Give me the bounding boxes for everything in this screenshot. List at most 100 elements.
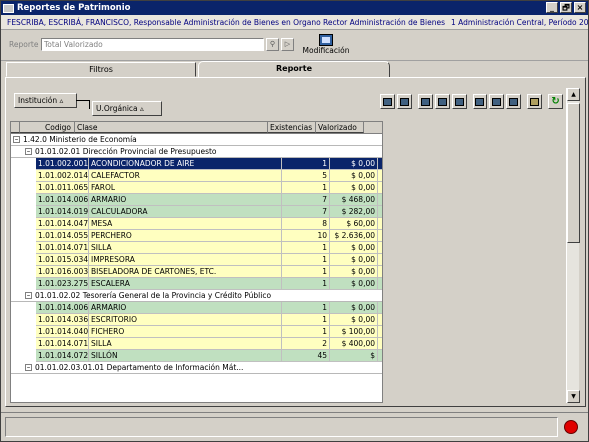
cell-code: 1.01.011.065 <box>38 182 89 193</box>
maximize-button[interactable]: 🗗 <box>560 2 572 13</box>
cell-val: $ 0,00 <box>330 158 378 169</box>
vertical-scrollbar[interactable]: ▲ ▼ <box>566 88 580 403</box>
report-label: Reporte <box>9 40 39 49</box>
modify-icon <box>319 34 333 46</box>
tree-node-group2[interactable]: – 01.01.02.02 Tesorería General de la Pr… <box>11 290 382 302</box>
cell-cls: SILLÓN <box>89 350 282 361</box>
table-row[interactable]: 1.01.002.001 ACONDICIONADOR DE AIRE 1 $ 0,0… <box>36 158 382 170</box>
table-row[interactable]: 1.01.023.275 ESCALERA 1 $ 0,00 <box>36 278 382 290</box>
cell-cls: ARMARIO <box>89 302 282 313</box>
table-row[interactable]: 1.01.014.072SILLÓN45$ 22.500,00 <box>36 350 382 371</box>
table-row[interactable]: 1.01.015.034 IMPRESORA 1 $ 0,00 <box>36 254 382 266</box>
cell-ex: 7 <box>282 194 330 205</box>
table-row[interactable]: 1.01.014.055 PERCHERO 10 $ 2.636,00 <box>36 230 382 242</box>
info-bar: FESCRIBA, ESCRIBÁ, FRANCISCO, Responsabl… <box>1 15 589 30</box>
refresh-icon[interactable]: ↻ <box>548 94 564 109</box>
grouping-area: Institución ▵ U.Orgánica ▵ <box>14 93 384 119</box>
tree-node-top[interactable]: – 1.42.0 Ministerio de Economía <box>11 134 382 146</box>
cell-code: 1.01.002.001 <box>38 158 89 169</box>
cell-cls: FAROL <box>89 182 282 193</box>
cell-val: $ 22.500,00 <box>330 350 378 371</box>
cell-ex: 1 <box>282 302 330 313</box>
tree-node-group1[interactable]: – 01.01.02.01 Dirección Provincial de Pr… <box>11 146 382 158</box>
cell-ex: 1 <box>282 242 330 253</box>
cell-val: $ 0,00 <box>330 278 378 289</box>
cell-cls: ACONDICIONADOR DE AIRE <box>89 158 282 169</box>
table-row[interactable]: 1.01.014.036 ESCRITORIO 1 $ 0,00 <box>36 314 382 326</box>
cell-code: 1.01.014.006 <box>38 302 89 313</box>
report-lookup-button[interactable]: ⚲ <box>266 38 279 51</box>
tree-node-group3[interactable]: – 01.01.02.03.01.01 Departamento de Info… <box>11 362 382 374</box>
columns-icon[interactable] <box>417 94 433 109</box>
scroll-down-button[interactable]: ▼ <box>567 390 580 403</box>
cell-val: $ 0,00 <box>330 302 378 313</box>
table-row[interactable]: 1.01.014.019 CALCULADORA 7 $ 282,00 <box>36 206 382 218</box>
scroll-up-button[interactable]: ▲ <box>567 88 580 101</box>
report-input[interactable]: Total Valorizado <box>41 38 264 51</box>
export-icon[interactable] <box>506 94 522 109</box>
report-clear-button[interactable]: ▷ <box>281 38 294 51</box>
title-bar: Reportes de Patrimonio _ 🗗 × <box>1 1 588 15</box>
modificacion-button[interactable]: Modificación <box>301 34 351 60</box>
col-valorizado[interactable]: Valorizado <box>316 122 364 133</box>
cell-cls: SILLA <box>89 338 282 349</box>
cell-val: $ 468,00 <box>330 194 378 205</box>
table-row[interactable]: 1.01.014.047 MESA 8 $ 60,00 <box>36 218 382 230</box>
group-institucion-label: Institución <box>18 96 58 105</box>
cell-cls: IMPRESORA <box>89 254 282 265</box>
cell-val: $ 60,00 <box>330 218 378 229</box>
minimize-button[interactable]: _ <box>546 2 558 13</box>
group-uorganica[interactable]: U.Orgánica ▵ <box>92 101 162 116</box>
table-row[interactable]: 1.01.014.071 SILLA 2 $ 400,00 <box>36 338 382 350</box>
status-bar <box>1 412 588 441</box>
cell-code: 1.01.014.040 <box>38 326 89 337</box>
data-grid: Codigo ▵ Clase Existencias Valorizado – … <box>10 121 383 403</box>
font-icon[interactable] <box>527 94 543 109</box>
cell-ex: 10 <box>282 230 330 241</box>
cell-val: $ 0,00 <box>330 182 378 193</box>
cell-val: $ 100,00 <box>330 326 378 337</box>
filter-icon[interactable] <box>434 94 450 109</box>
cell-val: $ 2.636,00 <box>330 230 378 241</box>
close-button[interactable]: × <box>574 2 586 13</box>
cell-cls: FICHERO <box>89 326 282 337</box>
cell-code: 1.01.014.055 <box>38 230 89 241</box>
cell-ex: 1 <box>282 182 330 193</box>
expand-icon[interactable] <box>380 94 395 109</box>
tab-filtros[interactable]: Filtros <box>6 62 196 77</box>
cell-cls: CALEFACTOR <box>89 170 282 181</box>
cell-code: 1.01.014.071 <box>38 338 89 349</box>
group-institucion[interactable]: Institución ▵ <box>14 93 77 108</box>
cell-code: 1.01.014.019 <box>38 206 89 217</box>
cell-cls: BISELADORA DE CARTONES, ETC. <box>89 266 282 277</box>
cell-code: 1.01.014.036 <box>38 314 89 325</box>
tab-reporte[interactable]: Reporte <box>198 61 390 78</box>
collapse-icon[interactable] <box>396 94 412 109</box>
cell-ex: 2 <box>282 338 330 349</box>
table-row[interactable]: 1.01.016.003 BISELADORA DE CARTONES, ETC.… <box>36 266 382 278</box>
table-row[interactable]: 1.01.014.006 ARMARIO 7 $ 468,00 <box>36 194 382 206</box>
cell-code: 1.01.014.047 <box>38 218 89 229</box>
print-icon[interactable] <box>472 94 488 109</box>
table-row[interactable]: 1.01.014.040 FICHERO 1 $ 100,00 <box>36 326 382 338</box>
cell-val: $ 400,00 <box>330 338 378 349</box>
table-row[interactable]: 1.01.014.006 ARMARIO 1 $ 0,00 <box>36 302 382 314</box>
sort-icon[interactable] <box>451 94 467 109</box>
cell-ex: 1 <box>282 158 330 169</box>
scroll-thumb[interactable] <box>567 103 580 243</box>
cell-code: 1.01.015.034 <box>38 254 89 265</box>
col-existencias[interactable]: Existencias <box>268 122 316 133</box>
col-codigo[interactable]: Codigo ▵ <box>20 122 75 143</box>
col-clase[interactable]: Clase <box>75 122 268 133</box>
cell-ex: 5 <box>282 170 330 181</box>
app-icon <box>3 3 14 13</box>
table-row[interactable]: 1.01.011.065 FAROL 1 $ 0,00 <box>36 182 382 194</box>
status-indicator-icon <box>564 420 578 434</box>
cell-val: $ 0,00 <box>330 170 378 181</box>
cell-val: $ 0,00 <box>330 242 378 253</box>
cell-code: 1.01.016.003 <box>38 266 89 277</box>
preview-icon[interactable] <box>489 94 505 109</box>
table-row[interactable]: 1.01.014.071 SILLA 1 $ 0,00 <box>36 242 382 254</box>
table-row[interactable]: 1.01.002.014 CALEFACTOR 5 $ 0,00 <box>36 170 382 182</box>
cell-ex: 1 <box>282 266 330 277</box>
